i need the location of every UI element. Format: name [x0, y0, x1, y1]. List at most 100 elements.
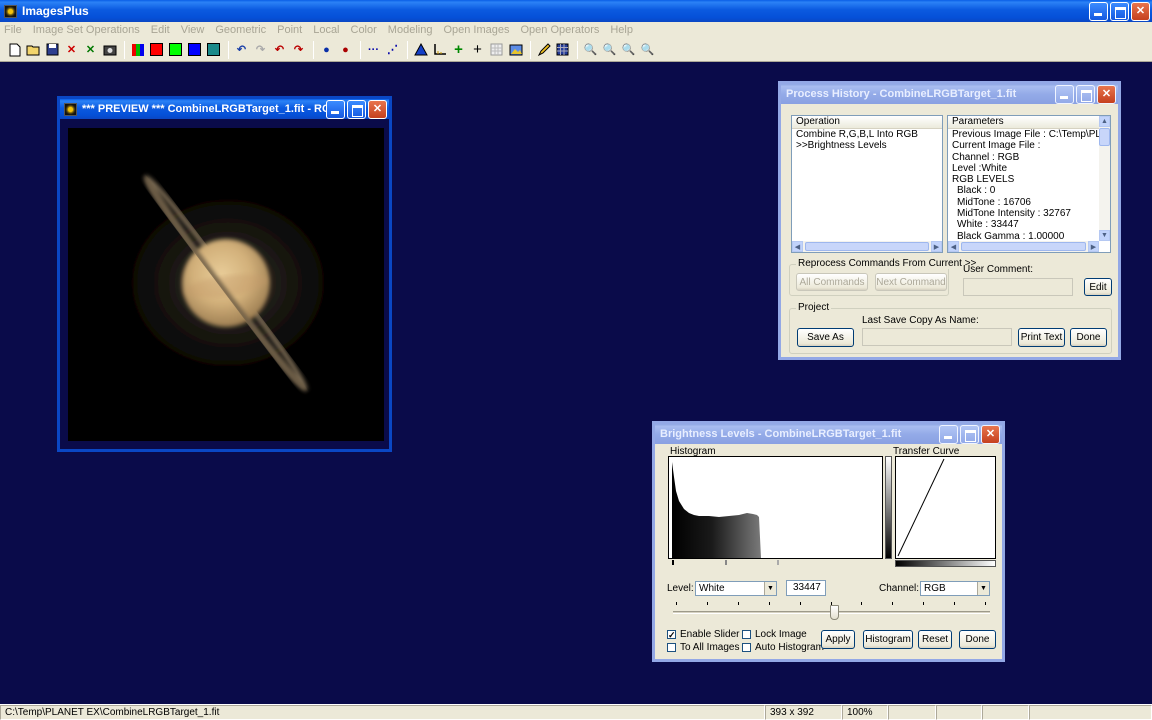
chevron-down-icon[interactable]: ▼ — [764, 582, 776, 595]
parameters-list[interactable]: Parameters Previous Image File : C:\Temp… — [947, 115, 1111, 253]
close-icon[interactable]: ✕ — [368, 99, 387, 119]
zoom-actual-icon[interactable]: 🔍 — [639, 41, 656, 58]
operation-list[interactable]: Operation Combine R,G,B,L Into RGB >>Bri… — [791, 115, 943, 253]
scroll-right-icon[interactable]: ▶ — [931, 241, 942, 252]
preview-window[interactable]: *** PREVIEW *** CombineLRGBTarget_1.fit … — [57, 96, 392, 452]
zoom-out-icon[interactable]: 🔍 — [601, 41, 618, 58]
operation-header[interactable]: Operation — [792, 116, 942, 129]
checkbox-box[interactable]: ✓ — [667, 630, 676, 640]
close-icon[interactable]: ✕ — [1097, 84, 1116, 104]
point-red-icon[interactable]: ● — [337, 41, 354, 58]
scroll-left-icon[interactable]: ◀ — [792, 241, 803, 252]
process-history-window[interactable]: Process History - CombineLRGBTarget_1.fi… — [778, 81, 1121, 360]
add-icon[interactable]: + — [450, 41, 467, 58]
scroll-right-icon[interactable]: ▶ — [1088, 241, 1099, 252]
done-button[interactable]: Done — [959, 630, 996, 649]
menu-point[interactable]: Point — [277, 24, 302, 36]
scroll-up-icon[interactable]: ▲ — [1099, 116, 1110, 127]
menu-color[interactable]: Color — [351, 24, 377, 36]
all-commands-button[interactable]: All Commands — [796, 273, 868, 291]
redo-icon[interactable]: ↷ — [252, 41, 269, 58]
done-button[interactable]: Done — [1070, 328, 1107, 347]
level-value-field[interactable]: 33447 — [786, 580, 826, 596]
print-text-button[interactable]: Print Text — [1018, 328, 1065, 347]
reset-button[interactable]: Reset — [918, 630, 952, 649]
horizontal-scrollbar[interactable]: ◀ ▶ — [948, 241, 1099, 252]
list-item[interactable]: RGB LEVELS — [948, 174, 1099, 185]
checkbox-box[interactable] — [742, 630, 751, 639]
menu-view[interactable]: View — [181, 24, 205, 36]
camera-icon[interactable] — [101, 41, 118, 58]
list-item[interactable]: Black : 0 — [948, 185, 1099, 196]
menu-image-set-operations[interactable]: Image Set Operations — [33, 24, 140, 36]
histogram-button[interactable]: Histogram — [863, 630, 913, 649]
scroll-left-icon[interactable]: ◀ — [948, 241, 959, 252]
levels-title-bar[interactable]: Brightness Levels - CombineLRGBTarget_1.… — [655, 424, 1002, 444]
next-command-button[interactable]: Next Command — [875, 273, 947, 291]
save-as-button[interactable]: Save As — [797, 328, 854, 347]
parameters-header[interactable]: Parameters — [948, 116, 1110, 129]
level-slider[interactable] — [673, 602, 990, 624]
menu-open-operators[interactable]: Open Operators — [520, 24, 599, 36]
minimize-icon[interactable] — [1055, 84, 1074, 104]
close-image-icon[interactable]: ✕ — [63, 41, 80, 58]
apply-button[interactable]: Apply — [821, 630, 855, 649]
preview-title-bar[interactable]: *** PREVIEW *** CombineLRGBTarget_1.fit … — [60, 99, 389, 119]
list-item[interactable]: Previous Image File : C:\Temp\PLANE — [948, 129, 1099, 140]
triangle-icon[interactable] — [412, 41, 429, 58]
green-channel-icon[interactable] — [167, 41, 184, 58]
maximize-icon[interactable] — [1110, 1, 1129, 21]
menu-file[interactable]: File — [4, 24, 22, 36]
channel-select[interactable]: RGB ▼ — [920, 581, 990, 596]
edit-button[interactable]: Edit — [1084, 278, 1112, 296]
lock-image-checkbox[interactable]: Lock Image — [742, 629, 807, 640]
history-title-bar[interactable]: Process History - CombineLRGBTarget_1.fi… — [781, 84, 1118, 104]
list-item[interactable]: MidTone : 16706 — [948, 197, 1099, 208]
zoom-in-icon[interactable]: 🔍 — [582, 41, 599, 58]
enable-slider-checkbox[interactable]: ✓ Enable Slider — [667, 629, 739, 640]
rgb-channels-icon[interactable] — [129, 41, 146, 58]
level-select[interactable]: White ▼ — [695, 581, 777, 596]
scroll-thumb[interactable] — [805, 242, 929, 251]
app-title-bar[interactable]: ImagesPlus ✕ — [0, 0, 1152, 22]
close-icon[interactable]: ✕ — [981, 424, 1000, 444]
to-all-images-checkbox[interactable]: To All Images — [667, 642, 739, 653]
redo-all-icon[interactable]: ↷ — [290, 41, 307, 58]
checkbox-box[interactable] — [742, 643, 751, 652]
last-save-name-field[interactable] — [862, 328, 1012, 346]
minimize-icon[interactable] — [326, 99, 345, 119]
zoom-fit-icon[interactable]: 🔍 — [620, 41, 637, 58]
open-folder-icon[interactable] — [25, 41, 42, 58]
blue-channel-icon[interactable] — [186, 41, 203, 58]
table-grid-icon[interactable] — [554, 41, 571, 58]
checkbox-box[interactable] — [667, 643, 676, 652]
dots-icon[interactable]: ··· — [365, 41, 382, 58]
red-channel-icon[interactable] — [148, 41, 165, 58]
list-item[interactable]: >>Brightness Levels — [792, 140, 942, 151]
histogram-plot[interactable] — [668, 456, 883, 559]
menu-geometric[interactable]: Geometric — [215, 24, 266, 36]
user-comment-field[interactable] — [963, 278, 1073, 296]
save-icon[interactable] — [44, 41, 61, 58]
brightness-levels-window[interactable]: Brightness Levels - CombineLRGBTarget_1.… — [652, 421, 1005, 662]
list-item[interactable]: Current Image File : — [948, 140, 1099, 151]
maximize-icon[interactable] — [960, 424, 979, 444]
list-item[interactable]: Channel : RGB — [948, 152, 1099, 163]
scroll-thumb[interactable] — [961, 242, 1086, 251]
point-blue-icon[interactable]: ● — [318, 41, 335, 58]
list-item[interactable]: Level :White — [948, 163, 1099, 174]
close-icon[interactable]: ✕ — [1131, 1, 1150, 21]
menu-local[interactable]: Local — [313, 24, 339, 36]
list-item[interactable]: Black Gamma : 1.00000 — [948, 231, 1099, 241]
luminance-channel-icon[interactable] — [205, 41, 222, 58]
slider-thumb[interactable] — [830, 605, 839, 620]
grid-icon[interactable] — [488, 41, 505, 58]
measure-icon[interactable] — [431, 41, 448, 58]
list-item[interactable]: White : 33447 — [948, 219, 1099, 230]
maximize-icon[interactable] — [1076, 84, 1095, 104]
auto-histogram-checkbox[interactable]: Auto Histogram — [742, 642, 824, 653]
list-item[interactable]: Combine R,G,B,L Into RGB — [792, 129, 942, 140]
maximize-icon[interactable] — [347, 99, 366, 119]
saturn-image[interactable] — [68, 128, 384, 441]
close-all-icon[interactable]: ✕ — [82, 41, 99, 58]
